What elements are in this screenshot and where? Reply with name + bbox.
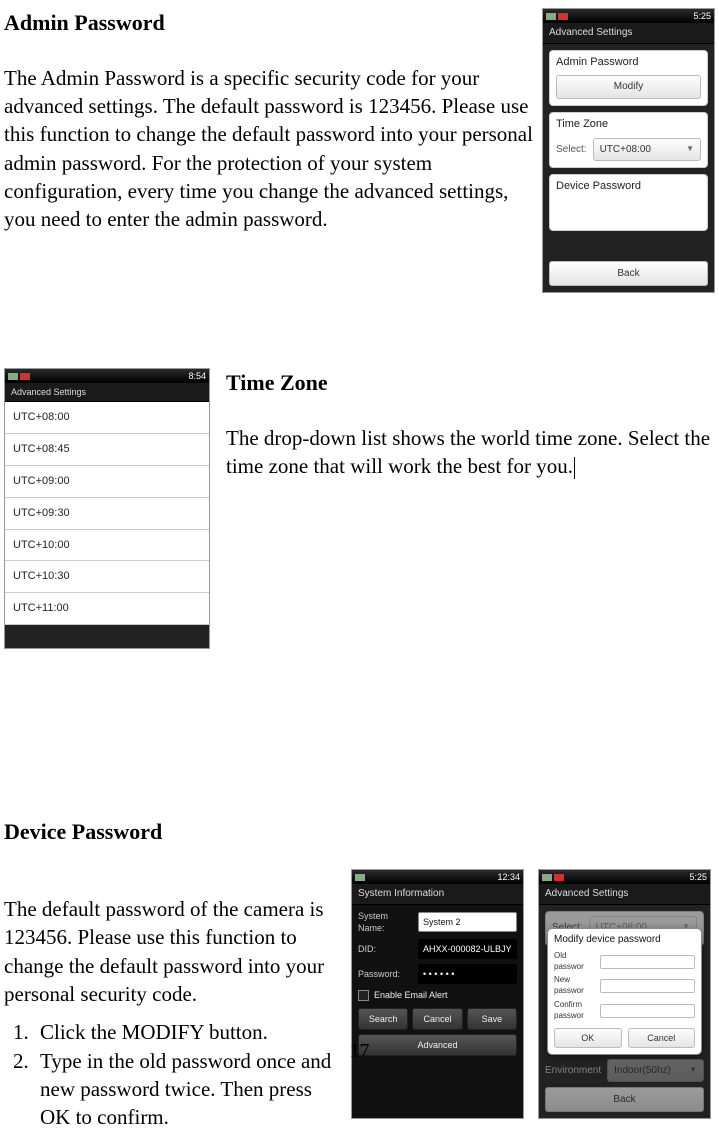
confirm-password-label: Confirm passwor [554,1000,596,1022]
status-time: 8:54 [188,370,206,382]
email-alert-row[interactable]: Enable Email Alert [358,989,517,1001]
list-item[interactable]: UTC+09:00 [5,466,209,498]
paragraph-admin-password: The Admin Password is a specific securit… [4,64,539,234]
did-field[interactable]: AHXX-000082-ULBJY [418,939,517,959]
screen-title: System Information [352,884,523,905]
did-label: DID: [358,943,413,955]
timezone-list: UTC+08:00 UTC+08:45 UTC+09:00 UTC+09:30 … [5,402,209,625]
heading-admin-password: Admin Password [4,8,539,38]
timezone-select[interactable]: UTC+08:00 ▼ [593,138,701,162]
chevron-down-icon: ▼ [686,144,694,155]
screen-title: Advanced Settings [5,383,209,402]
password-field[interactable]: • • • • • • [418,964,517,984]
status-time: 12:34 [497,871,520,883]
confirm-password-field[interactable] [600,1004,695,1018]
modify-password-dialog: Modify device password Old passwor New p… [547,928,702,1054]
status-bar: 5:25 [543,9,714,23]
modify-button[interactable]: Modify [556,75,701,99]
screenshot-system-info: 12:34 System Information System Name: Sy… [351,869,524,1119]
list-item[interactable]: UTC+11:00 [5,593,209,625]
device-steps-list: Click the MODIFY button. Type in the old… [4,1018,344,1131]
section-time-zone: 8:54 Advanced Settings UTC+08:00 UTC+08:… [0,368,719,771]
screenshot-advanced-settings: 5:25 Advanced Settings Admin Password Mo… [542,8,715,293]
back-button[interactable]: Back [549,261,708,287]
list-item[interactable]: UTC+10:00 [5,530,209,562]
list-item[interactable]: UTC+09:30 [5,498,209,530]
card-admin-password: Admin Password Modify [549,50,708,106]
status-time: 5:25 [693,10,711,22]
email-alert-label: Enable Email Alert [374,989,448,1001]
screenshot-timezone-list: 8:54 Advanced Settings UTC+08:00 UTC+08:… [4,368,210,649]
heading-device-password: Device Password [4,817,719,847]
status-bar: 8:54 [5,369,209,383]
old-password-field[interactable] [600,955,695,969]
environment-label: Environment [545,1064,601,1078]
list-item[interactable]: UTC+10:30 [5,561,209,593]
select-label: Select: [556,143,587,157]
system-name-label: System Name: [358,910,413,934]
section-admin-password: Admin Password The Admin Password is a s… [0,8,719,308]
card-tz-title: Time Zone [556,117,701,132]
card-admin-title: Admin Password [556,55,701,70]
status-bar: 12:34 [352,870,523,884]
old-password-label: Old passwor [554,951,596,973]
section-admin-text: Admin Password The Admin Password is a s… [4,8,539,234]
card-device-password: Device Password x [549,174,708,230]
screenshot-modify-password: 5:25 Advanced Settings Select: UTC+08:00… [538,869,711,1119]
section-timezone-text: Time Zone The drop-down list shows the w… [226,368,711,480]
page-number: 17 [0,1038,719,1065]
screen-title: Advanced Settings [543,23,714,44]
section-device-text: The default password of the camera is 12… [4,895,344,1132]
paragraph-device-intro: The default password of the camera is 12… [4,895,344,1008]
screen-title: Advanced Settings [539,884,710,905]
checkbox-icon [358,990,369,1001]
status-bar: 5:25 [539,870,710,884]
section-device-password: Device Password The default password of … [0,817,719,1131]
timezone-value: UTC+08:00 [600,143,651,157]
back-button: Back [545,1087,704,1113]
new-password-label: New passwor [554,975,596,997]
card-time-zone: Time Zone Select: UTC+08:00 ▼ [549,112,708,168]
list-item[interactable]: UTC+08:00 [5,402,209,434]
save-button[interactable]: Save [467,1008,517,1030]
card-device-title: Device Password [556,179,701,194]
dialog-title: Modify device password [554,933,695,947]
search-button[interactable]: Search [358,1008,408,1030]
list-item[interactable]: UTC+08:45 [5,434,209,466]
cancel-button[interactable]: Cancel [412,1008,462,1030]
password-label: Password: [358,968,413,980]
text-cursor-icon [574,457,575,479]
paragraph-time-zone: The drop-down list shows the world time … [226,424,711,481]
heading-time-zone: Time Zone [226,368,711,398]
system-name-field[interactable]: System 2 [418,912,517,932]
new-password-field[interactable] [600,979,695,993]
status-time: 5:25 [689,871,707,883]
